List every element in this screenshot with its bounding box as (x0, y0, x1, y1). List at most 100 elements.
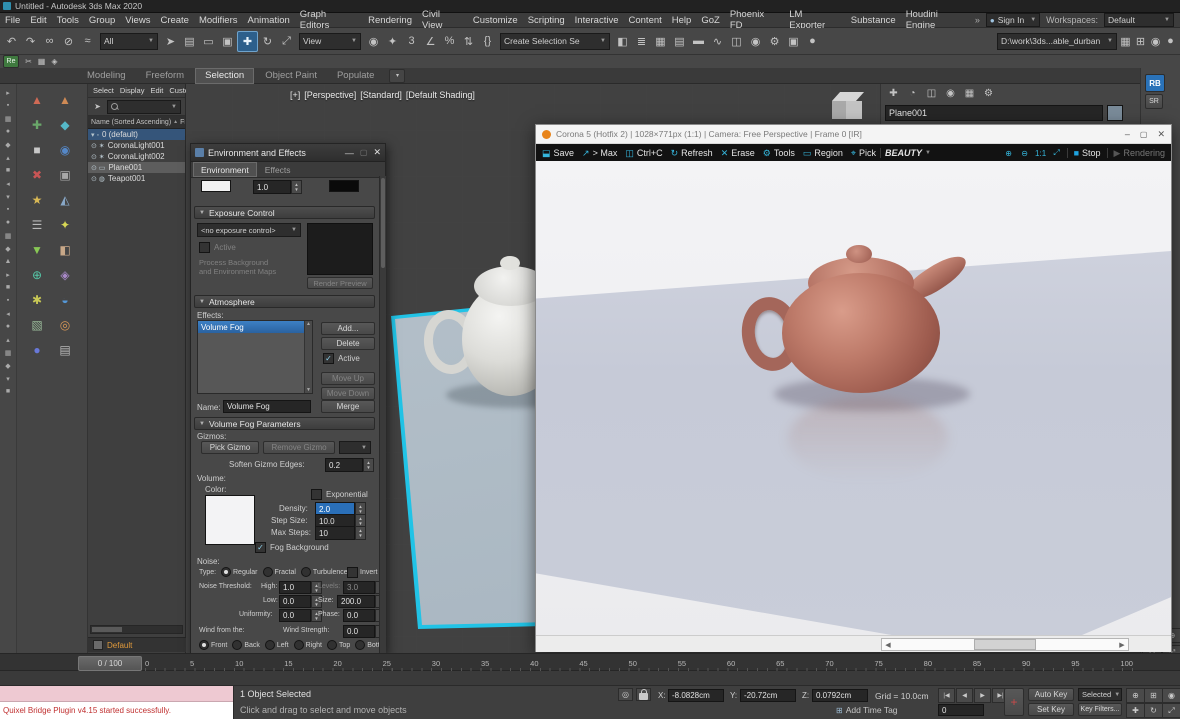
menu-item[interactable]: GoZ (696, 13, 724, 28)
toolbar-icon[interactable]: ◈ (51, 262, 79, 287)
curve-editor-icon[interactable]: ∿ (708, 32, 727, 51)
toolbar-icon[interactable]: ▤ (51, 337, 79, 362)
undo-icon[interactable]: ↶ (2, 32, 21, 51)
menu-item[interactable]: Content (624, 13, 667, 28)
ribbon-tab[interactable]: Selection (195, 68, 254, 84)
scroll-left-icon[interactable]: ◀ (882, 641, 894, 649)
project-path-select[interactable]: D:\work\3ds...able_durban ▼ (997, 33, 1117, 50)
radio-icon[interactable] (294, 640, 304, 650)
toolbar-icon[interactable]: ☰ (23, 212, 51, 237)
phase-field[interactable]: 0.0 (343, 609, 375, 622)
track-bar[interactable] (0, 671, 1180, 686)
radio-option[interactable]: Top (327, 640, 350, 650)
scroll-right-icon[interactable]: ▶ (1116, 641, 1128, 649)
add-effect-button[interactable]: Add... (321, 322, 375, 335)
snaps-toggle-icon[interactable]: 3 (402, 32, 421, 51)
spinner-snap-icon[interactable]: ⇅ (459, 32, 478, 51)
menu-item[interactable]: File (0, 13, 25, 28)
copy-button[interactable]: ◫ Ctrl+C (621, 144, 666, 162)
menu-item[interactable]: Modifiers (194, 13, 243, 28)
modify-tab-icon[interactable]: ◔ (904, 86, 921, 101)
menu-item[interactable]: LM Exporter (784, 13, 846, 28)
redo-icon[interactable]: ↷ (21, 32, 40, 51)
gizmo-select[interactable]: ▼ (339, 441, 371, 454)
play-button[interactable]: ▶ (974, 688, 991, 703)
hierarchy-tab-icon[interactable]: ◫ (923, 86, 940, 101)
exposure-active-checkbox[interactable] (199, 242, 210, 253)
ambient-color-swatch[interactable] (329, 180, 359, 192)
exposure-control-select[interactable]: <no exposure control> ▼ (197, 223, 301, 237)
select-and-manipulate-icon[interactable]: ✦ (383, 32, 402, 51)
dialog-tab[interactable]: Environment (193, 162, 257, 177)
scene-explorer-toggle-icon[interactable]: ▦ (651, 32, 670, 51)
row-icons[interactable]: ⊙ ▭ (91, 164, 105, 172)
toolbar-icon[interactable]: ▪ (2, 203, 15, 216)
radio-icon[interactable] (301, 567, 311, 577)
effect-active-checkbox[interactable]: ✓ (323, 353, 334, 364)
toolbar-icon[interactable]: ▲ (2, 255, 15, 268)
auto-key-button[interactable]: Auto Key (1028, 688, 1074, 701)
key-filters-button[interactable]: Key Filters... (1078, 703, 1122, 716)
explorer-menu-item[interactable]: Display (117, 83, 148, 98)
list-scrollbar[interactable]: ▲ ▼ (304, 321, 312, 393)
scrollbar-thumb[interactable] (974, 639, 1036, 650)
ribbon-collapse-icon[interactable]: ▾ (389, 69, 405, 83)
fog-background-checkbox[interactable]: ✓ (255, 542, 266, 553)
toolbar-icon[interactable]: ◆ (2, 359, 15, 372)
ribbon-tab[interactable]: Modeling (78, 68, 135, 83)
toolbar-icon[interactable]: ✂ (22, 56, 35, 67)
toolbar-icon[interactable]: ▴ (2, 151, 15, 164)
selection-lock-toggle[interactable] (636, 688, 651, 701)
radio-option[interactable]: Bottom (355, 640, 379, 650)
render-shaded-icon[interactable]: ◉ (1148, 32, 1163, 51)
radio-icon[interactable] (265, 640, 275, 650)
toolbar-icon[interactable]: ◧ (51, 237, 79, 262)
workspace-select[interactable]: Default ▼ (1104, 13, 1174, 27)
select-and-link-icon[interactable]: ∞ (40, 32, 59, 51)
toolbar-icon[interactable]: ▼ (23, 237, 51, 262)
toolbar-icon[interactable]: ▸ (2, 268, 15, 281)
menu-item[interactable]: Help (667, 13, 697, 28)
toolbar-icon[interactable]: ■ (2, 281, 15, 294)
to-max-button[interactable]: ↗ > Max (578, 144, 621, 162)
zoom-extents-icon[interactable]: ◉ (1162, 688, 1180, 703)
toolbar-icon[interactable]: ⊕ (23, 262, 51, 287)
menu-item[interactable]: Rendering (363, 13, 417, 28)
toolbar-icon[interactable]: ◆ (51, 112, 79, 137)
toolbar-icon[interactable]: ▧ (23, 312, 51, 337)
bind-to-space-warp-icon[interactable]: ≈ (78, 32, 97, 51)
corona-titlebar[interactable]: Corona 5 (Hotfix 2) | 1028×771px (1:1) |… (536, 125, 1171, 144)
rendering-button[interactable]: ▶ Rendering (1110, 144, 1169, 162)
create-tab-icon[interactable]: ✚ (885, 86, 902, 101)
toolbar-icon[interactable]: ✱ (23, 287, 51, 312)
toolbar-icon[interactable]: ✦ (51, 212, 79, 237)
menu-item[interactable]: Phoenix FD (725, 13, 784, 28)
effects-listbox[interactable]: Volume Fog ▲ ▼ (197, 320, 313, 394)
viewport-label-segment[interactable]: [+] (290, 90, 300, 100)
named-selection-sets-icon[interactable]: {} (478, 32, 497, 51)
explorer-column-header[interactable]: Name (Sorted Ascending) ▲ Frozen (88, 116, 185, 129)
toolbar-icon[interactable]: ◎ (51, 312, 79, 337)
row-icons[interactable]: ⊙ ✶ (91, 153, 105, 161)
z-coordinate-field[interactable]: 0.0792cm (812, 689, 868, 702)
delete-effect-button[interactable]: Delete (321, 337, 375, 350)
scene-object-row[interactable]: ▾ ◦ 0 (default) (88, 129, 185, 140)
toolbar-icon[interactable]: ▦ (2, 229, 15, 242)
menu-item[interactable]: Edit (25, 13, 51, 28)
layer-color-swatch[interactable] (93, 640, 103, 650)
move-up-button[interactable]: Move Up (321, 372, 375, 385)
scroll-up-icon[interactable]: ▲ (306, 321, 311, 327)
select-icon[interactable]: ➤ (91, 100, 104, 113)
effect-list-item[interactable]: Volume Fog (198, 321, 304, 333)
toolbar-icon[interactable]: ▴ (2, 333, 15, 346)
sr-plugin-button[interactable]: SR (1145, 94, 1163, 109)
menu-item[interactable]: Create (155, 13, 194, 28)
toolbar-icon[interactable]: ▾ (2, 190, 15, 203)
toolbar-icon[interactable]: ◂ (2, 307, 15, 320)
render-element-select[interactable]: BEAUTY ▼ (881, 144, 935, 162)
toolbar-icon[interactable]: ◆ (2, 242, 15, 255)
current-frame-field[interactable]: 0 (938, 704, 984, 716)
tint-color-swatch[interactable] (201, 180, 231, 192)
dialog-scrollbar[interactable] (379, 176, 386, 654)
render-preview-button[interactable]: Render Preview (307, 277, 373, 289)
